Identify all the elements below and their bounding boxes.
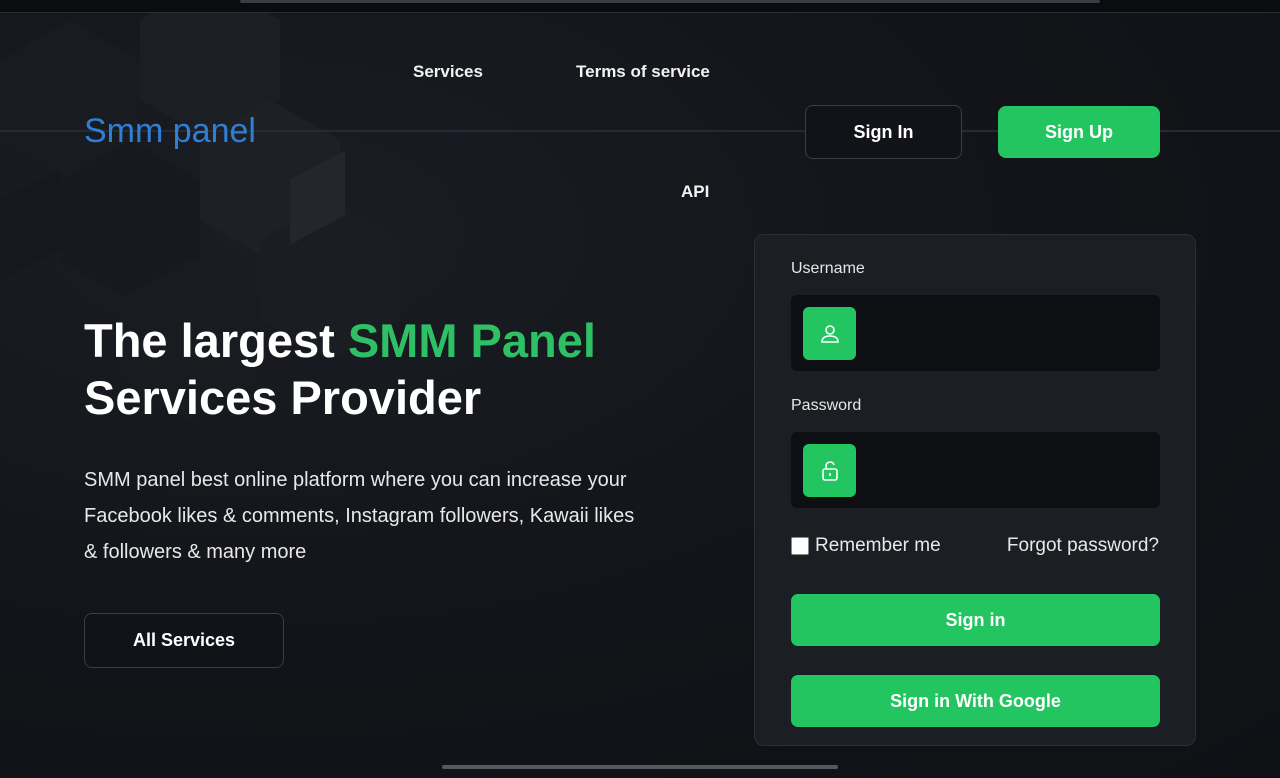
bottom-scrollbar[interactable]: [442, 765, 838, 769]
user-icon: [803, 307, 856, 360]
password-label: Password: [791, 397, 862, 414]
hero-title-accent: SMM Panel: [347, 314, 596, 367]
site-logo[interactable]: Smm panel: [84, 112, 256, 151]
nav-api-link[interactable]: API: [681, 182, 709, 202]
top-indicator: [240, 0, 1100, 3]
hero-title: The largest SMM Panel Services Provider: [84, 312, 596, 426]
password-input[interactable]: [865, 432, 1155, 508]
hero-title-part2: Services Provider: [84, 371, 482, 424]
header-sign-in-button[interactable]: Sign In: [805, 105, 962, 159]
password-field-wrapper[interactable]: [791, 432, 1160, 508]
nav-services-link[interactable]: Services: [413, 62, 483, 82]
username-label: Username: [791, 260, 865, 277]
header-sign-up-button[interactable]: Sign Up: [998, 106, 1160, 158]
page: Services Terms of service API Smm panel …: [0, 0, 1280, 778]
sign-in-button[interactable]: Sign in: [791, 594, 1160, 646]
nav-terms-link[interactable]: Terms of service: [576, 62, 710, 82]
browser-top-bar: [0, 0, 1280, 13]
username-input[interactable]: [865, 295, 1155, 371]
remember-me-checkbox[interactable]: [791, 537, 809, 555]
forgot-password-link[interactable]: Forgot password?: [1007, 535, 1159, 557]
remember-me[interactable]: Remember me: [791, 535, 941, 557]
sign-in-google-button[interactable]: Sign in With Google: [791, 675, 1160, 727]
hero-description: SMM panel best online platform where you…: [84, 469, 635, 563]
remember-me-label: Remember me: [815, 535, 941, 556]
hero-title-part1: The largest: [84, 314, 348, 367]
username-field-wrapper[interactable]: [791, 295, 1160, 371]
login-card: Username Password Remember me Forgot pas…: [754, 234, 1196, 746]
all-services-button[interactable]: All Services: [84, 613, 284, 668]
lock-icon: [803, 444, 856, 497]
